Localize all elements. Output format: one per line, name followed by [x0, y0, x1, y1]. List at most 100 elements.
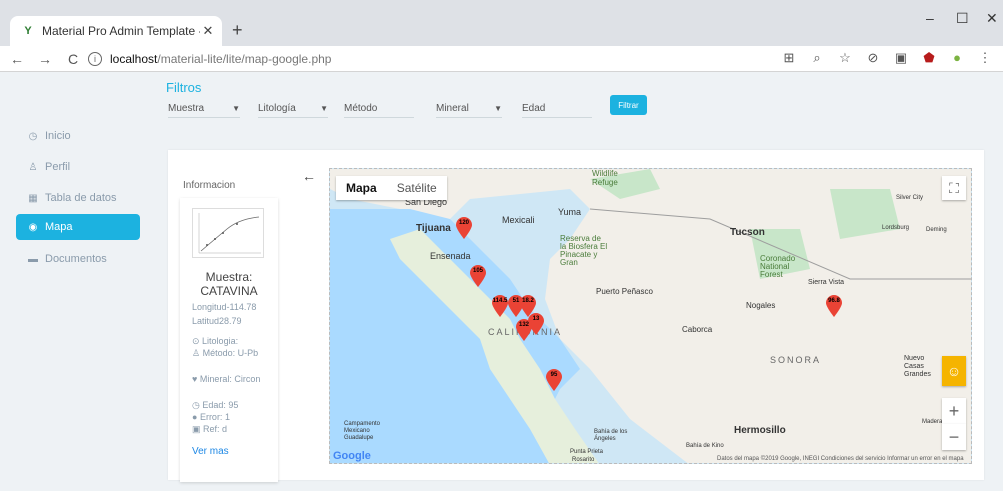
sidebar-item-inicio[interactable]: ◷ Inicio — [16, 123, 140, 149]
map-marker-label: 18.2 — [522, 298, 534, 304]
filtrar-button[interactable]: Filtrar — [610, 95, 647, 115]
error-text: Error: 1 — [199, 412, 230, 422]
map-marker-label: 120 — [458, 220, 469, 226]
sidebar-item-perfil[interactable]: ♙ Perfil — [16, 154, 140, 180]
maximize-button[interactable]: ☐ — [956, 10, 969, 27]
edad-label: Edad — [522, 103, 546, 114]
favicon-icon: Y — [24, 25, 32, 37]
filters-section: Filtros — [166, 80, 201, 95]
map-label-yuma: Yuma — [558, 207, 582, 217]
star-icon[interactable]: ☆ — [837, 50, 853, 66]
mineral-select[interactable]: Mineral ▼ — [436, 100, 502, 118]
map-marker[interactable]: 114.5 — [492, 295, 508, 317]
metodo-label: Método — [344, 103, 378, 114]
ublock-icon[interactable]: ⬟ — [921, 50, 937, 66]
sidebar-item-documentos[interactable]: ▬ Documentos — [16, 246, 140, 272]
map-marker-label: 105 — [472, 268, 483, 274]
map-label-bahia: Bahía de los Ángeles — [594, 429, 628, 442]
map-label-silver-city: Silver City — [896, 195, 924, 201]
map-label-sierra-vista: Sierra Vista — [808, 279, 845, 286]
url-host: localhost — [110, 52, 158, 66]
pegman-icon[interactable]: ☺ — [942, 356, 966, 386]
map-label-wildlife: Wildlife Refuge — [592, 169, 618, 187]
extension-icon[interactable]: ▣ — [893, 50, 909, 66]
map-marker[interactable]: 120 — [456, 217, 472, 239]
reload-icon[interactable]: C — [62, 51, 84, 67]
litologia-label: Litología — [258, 103, 296, 114]
litologia-select[interactable]: Litología ▼ — [258, 100, 328, 118]
map-marker[interactable]: 132 — [516, 319, 532, 341]
map-label-punta-prieta: Punta Prieta — [570, 449, 604, 455]
map-label-deming: Deming — [926, 227, 947, 233]
back-arrow-icon[interactable]: ← — [302, 168, 316, 184]
latitude-label: Latitud — [192, 316, 220, 326]
map-label-lordsburg: Lordsburg — [882, 225, 910, 231]
zoom-in-button[interactable]: + — [942, 398, 966, 424]
map-marker-label: 96.8 — [828, 298, 840, 304]
filters-title: Filtros — [166, 80, 202, 95]
map-marker[interactable]: 95 — [546, 369, 562, 391]
mineral-label: Mineral — [436, 103, 469, 114]
translate-icon[interactable]: ⊞ — [781, 50, 797, 66]
sidebar-item-label: Inicio — [45, 130, 71, 142]
sidebar-item-label: Documentos — [45, 253, 107, 265]
opera-icon[interactable]: ⊘ — [865, 50, 881, 66]
table-icon: ▦ — [28, 192, 38, 204]
tab-close-icon[interactable]: ✕ — [200, 23, 216, 39]
map-label-caborca: Caborca — [682, 325, 713, 334]
map-label-tijuana: Tijuana — [416, 223, 451, 234]
back-icon[interactable]: ← — [6, 51, 28, 67]
menu-icon[interactable]: ⋮ — [977, 50, 993, 66]
muestra-select[interactable]: Muestra ▼ — [168, 100, 240, 118]
google-map[interactable]: San Diego Tijuana Mexicali Yuma Wildlife… — [329, 168, 972, 464]
google-logo: Google — [333, 450, 371, 462]
map-label-mexicali: Mexicali — [502, 215, 535, 225]
mineral-text: Mineral: Circon — [199, 374, 261, 384]
fullscreen-button[interactable]: ⛶ — [942, 176, 966, 200]
map-attribution[interactable]: Datos del mapa ©2019 Google, INEGI Condi… — [717, 456, 964, 462]
sidebar-item-mapa[interactable]: ◉ Mapa — [16, 214, 140, 240]
sidebar-item-tabla[interactable]: ▦ Tabla de datos — [16, 185, 140, 211]
map-marker-label: 114.5 — [492, 298, 508, 304]
info-icon[interactable]: i — [88, 52, 102, 66]
metodo-prop: ♙ Método: U-Pb — [192, 348, 259, 358]
ref-text: Ref: d — [203, 424, 228, 434]
tab-title: Material Pro Admin Template - T — [42, 24, 200, 38]
metodo-input[interactable]: Método — [344, 100, 414, 118]
folder-icon: ▬ — [28, 253, 38, 265]
minimize-button[interactable]: – — [926, 10, 934, 26]
ver-mas-link[interactable]: Ver mas — [192, 446, 229, 457]
browser-tab[interactable]: Y Material Pro Admin Template - T ✕ — [10, 16, 222, 46]
map-label-ensenada: Ensenada — [430, 251, 471, 261]
map-label-coronado: Coronado National Forest — [760, 254, 796, 279]
address-bar[interactable]: i localhost /material-lite/lite/map-goog… — [88, 48, 788, 70]
map-label-hermosillo: Hermosillo — [734, 425, 786, 436]
map-label-reserva: Reserva de la Biosfera El Pinacate y Gra… — [560, 234, 608, 267]
longitude: Longitud-114.78 — [192, 302, 272, 313]
zoom-icon[interactable]: ⌕ — [809, 50, 825, 66]
zoom-out-button[interactable]: − — [942, 424, 966, 450]
map-label-rosarito: Rosarito — [572, 457, 595, 463]
map-marker[interactable]: 96.8 — [826, 295, 842, 317]
map-type-map[interactable]: Mapa — [336, 176, 387, 200]
close-window-button[interactable]: ✕ — [986, 10, 998, 27]
edad-text: Edad: 95 — [202, 400, 239, 410]
sample-plot-thumbnail — [192, 208, 264, 258]
map-marker-label: 95 — [550, 372, 558, 378]
forward-icon[interactable]: → — [34, 51, 56, 67]
map-marker-label: 132 — [518, 322, 529, 328]
browser-toolbar: ← → C i localhost /material-lite/lite/ma… — [0, 46, 1003, 72]
map-type-control: Mapa Satélite — [336, 176, 447, 200]
map-label-tucson: Tucson — [730, 227, 765, 238]
sidebar-item-label: Tabla de datos — [45, 192, 117, 204]
profile-icon[interactable]: ● — [949, 50, 965, 66]
new-tab-button[interactable]: + — [232, 20, 243, 41]
map-label-campamento: Campamento Mexicano Guadalupe — [344, 421, 381, 441]
map-label-nogales: Nogales — [746, 301, 776, 310]
map-label-bahia-kino: Bahía de Kino — [686, 443, 724, 449]
sidebar-item-label: Perfil — [45, 161, 71, 173]
edad-input[interactable]: Edad — [522, 100, 592, 118]
info-title: Informacion — [183, 180, 236, 191]
map-type-satellite[interactable]: Satélite — [387, 176, 447, 200]
map-marker[interactable]: 105 — [470, 265, 486, 287]
